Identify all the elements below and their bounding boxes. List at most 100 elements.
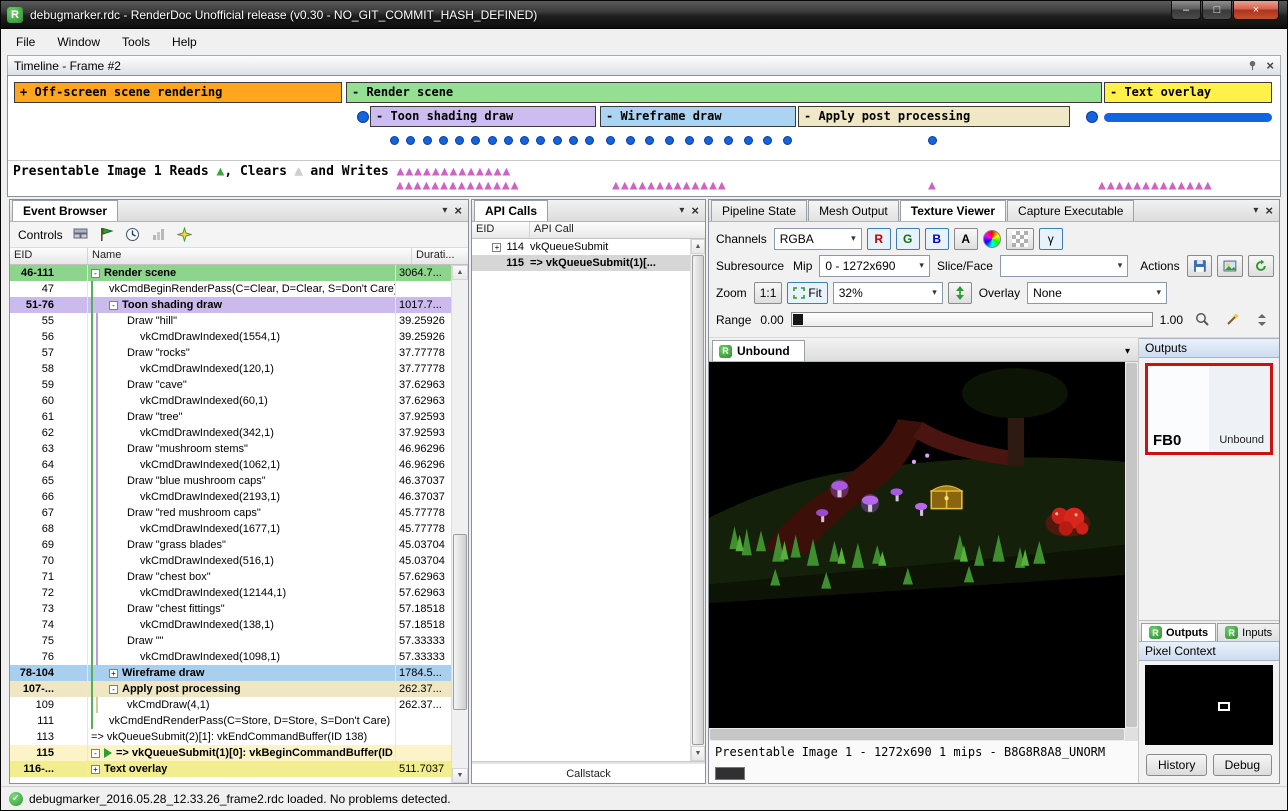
event-row[interactable]: 47vkCmdBeginRenderPass(C=Clear, D=Clear,… (10, 281, 451, 297)
timeline-event-dot[interactable] (645, 136, 654, 145)
history-button[interactable]: History (1146, 754, 1207, 776)
timeline-event-dot[interactable] (455, 136, 464, 145)
event-row[interactable]: 78-104+Wireframe draw1784.5... (10, 665, 451, 681)
menu-file[interactable]: File (5, 31, 46, 53)
timeline-event-dot[interactable] (471, 136, 480, 145)
col-eid[interactable]: EID (10, 248, 88, 264)
expand-icon[interactable]: + (109, 669, 118, 678)
timeline-subsection[interactable]: - Apply post processing (798, 106, 1070, 127)
timeline-section[interactable]: - Render scene (346, 82, 1102, 103)
viewport-vertical-scrollbar[interactable] (1125, 362, 1138, 728)
event-row[interactable]: 109vkCmdDraw(4,1)262.37... (10, 697, 451, 713)
close-button[interactable]: × (1233, 1, 1279, 20)
event-row[interactable]: 66vkCmdDrawIndexed(2193,1)46.37037 (10, 489, 451, 505)
api-call-row[interactable]: +114vkQueueSubmit (472, 239, 690, 255)
timeline-section[interactable]: + Off-screen scene rendering (14, 82, 342, 103)
scrollbar-thumb[interactable] (453, 534, 467, 710)
timeline-event-dot[interactable] (536, 136, 545, 145)
mip-select[interactable]: 0 - 1272x690▾ (819, 255, 930, 277)
timeline-event-dot[interactable] (626, 136, 635, 145)
event-row[interactable]: 51-76-Toon shading draw1017.7... (10, 297, 451, 313)
event-row[interactable]: 115-=> vkQueueSubmit(1)[0]: vkBeginComma… (10, 745, 451, 761)
event-row[interactable]: 68vkCmdDrawIndexed(1677,1)45.77778 (10, 521, 451, 537)
chevron-down-icon[interactable]: ▾ (442, 206, 447, 216)
scroll-up-icon[interactable]: ▲ (691, 239, 705, 254)
gamma-button[interactable]: γ (1039, 228, 1063, 250)
expand-icon[interactable]: + (91, 765, 100, 774)
event-row[interactable]: 62vkCmdDrawIndexed(342,1)37.92593 (10, 425, 451, 441)
chevron-down-icon[interactable]: ▾ (679, 206, 684, 216)
zoom-1to1-button[interactable]: 1:1 (754, 282, 783, 304)
event-row[interactable]: 113=> vkQueueSubmit(2)[1]: vkEndCommandB… (10, 729, 451, 745)
event-row[interactable]: 58vkCmdDrawIndexed(120,1)37.77778 (10, 361, 451, 377)
timeline-event-dot[interactable] (488, 136, 497, 145)
timeline-event-dot[interactable] (504, 136, 513, 145)
event-row[interactable]: 64vkCmdDrawIndexed(1062,1)46.96296 (10, 457, 451, 473)
timeline-event-dot[interactable] (665, 136, 674, 145)
timeline-event-dot[interactable] (406, 136, 415, 145)
collapse-icon[interactable]: - (91, 749, 100, 758)
timeline-event-dot[interactable] (520, 136, 529, 145)
event-row[interactable]: 75Draw ""57.33333 (10, 633, 451, 649)
timeline-section[interactable]: - Text overlay (1104, 82, 1272, 103)
collapse-icon[interactable]: - (109, 685, 118, 694)
timeline-event-dot[interactable] (569, 136, 578, 145)
tab-event-browser[interactable]: Event Browser (12, 200, 118, 221)
checkerboard-background-button[interactable] (1006, 228, 1034, 250)
api-call-row[interactable]: 115=> vkQueueSubmit(1)[... (472, 255, 690, 271)
menu-window[interactable]: Window (46, 31, 111, 53)
slice-face-select[interactable]: ▾ (1000, 255, 1128, 277)
menu-tools[interactable]: Tools (111, 31, 161, 53)
range-handle[interactable] (793, 314, 803, 325)
event-row[interactable]: 63Draw "mushroom stems"46.96296 (10, 441, 451, 457)
event-row[interactable]: 55Draw "hill"39.25926 (10, 313, 451, 329)
timeline-event-dot[interactable] (606, 136, 615, 145)
green-channel-button[interactable]: G (896, 228, 920, 250)
timeline-event-dot[interactable] (357, 111, 369, 123)
timeline-event-dot[interactable] (390, 136, 399, 145)
api-calls-scrollbar[interactable]: ▲ ▼ (690, 239, 705, 761)
col-eid[interactable]: EID (472, 222, 530, 238)
fb0-thumbnail[interactable]: FB0 Unbound (1145, 363, 1273, 455)
scroll-up-icon[interactable]: ▲ (452, 265, 468, 280)
stats-icon[interactable] (150, 226, 167, 243)
event-row[interactable]: 72vkCmdDrawIndexed(12144,1)57.62963 (10, 585, 451, 601)
close-icon[interactable]: × (454, 204, 462, 217)
tab-texture-viewer[interactable]: Texture Viewer (900, 200, 1006, 221)
scroll-down-icon[interactable]: ▼ (452, 768, 468, 783)
jump-to-eid-icon[interactable] (72, 226, 89, 243)
collapse-icon[interactable]: - (109, 301, 118, 310)
scrollbar-thumb[interactable] (692, 255, 704, 745)
time-draws-icon[interactable] (124, 226, 141, 243)
timeline-event-dot[interactable] (585, 136, 594, 145)
zoom-select[interactable]: 32%▾ (833, 282, 943, 304)
close-icon[interactable]: × (691, 204, 699, 217)
event-row[interactable]: 76vkCmdDrawIndexed(1098,1)57.33333 (10, 649, 451, 665)
event-row[interactable]: 71Draw "chest box"57.62963 (10, 569, 451, 585)
color-wheel-icon[interactable] (983, 230, 1001, 248)
timeline-canvas[interactable]: Presentable Image 1 Reads ▲, Clears ▲ an… (7, 75, 1281, 197)
zoom-range-icon[interactable] (1190, 309, 1215, 331)
tab-capture-executable[interactable]: Capture Executable (1007, 200, 1134, 221)
title-bar[interactable]: R debugmarker.rdc - RenderDoc Unofficial… (1, 1, 1287, 29)
col-api-call[interactable]: API Call (530, 222, 705, 238)
tab-outputs[interactable]: R Outputs (1141, 623, 1216, 641)
texture-image[interactable] (709, 362, 1125, 728)
flip-y-icon[interactable] (948, 282, 972, 304)
bookmark-icon[interactable] (176, 226, 193, 243)
maximize-button[interactable]: □ (1202, 1, 1232, 20)
alpha-channel-button[interactable]: A (954, 228, 978, 250)
blue-channel-button[interactable]: B (925, 228, 949, 250)
tab-unbound-texture[interactable]: R Unbound (712, 340, 805, 361)
scroll-down-icon[interactable]: ▼ (691, 746, 705, 761)
callstack-section[interactable]: Callstack (472, 764, 705, 783)
chevron-down-icon[interactable]: ▾ (1120, 347, 1135, 361)
minimize-button[interactable]: – (1171, 1, 1201, 20)
timeline-event-dot[interactable] (783, 136, 792, 145)
event-row[interactable]: 69Draw "grass blades"45.03704 (10, 537, 451, 553)
toolbar-overflow-icon[interactable] (1250, 309, 1274, 331)
pin-icon[interactable] (1247, 60, 1258, 71)
close-icon[interactable]: × (1265, 204, 1273, 217)
close-panel-icon[interactable]: × (1266, 59, 1274, 72)
timeline-subsection[interactable]: - Toon shading draw (370, 106, 596, 127)
